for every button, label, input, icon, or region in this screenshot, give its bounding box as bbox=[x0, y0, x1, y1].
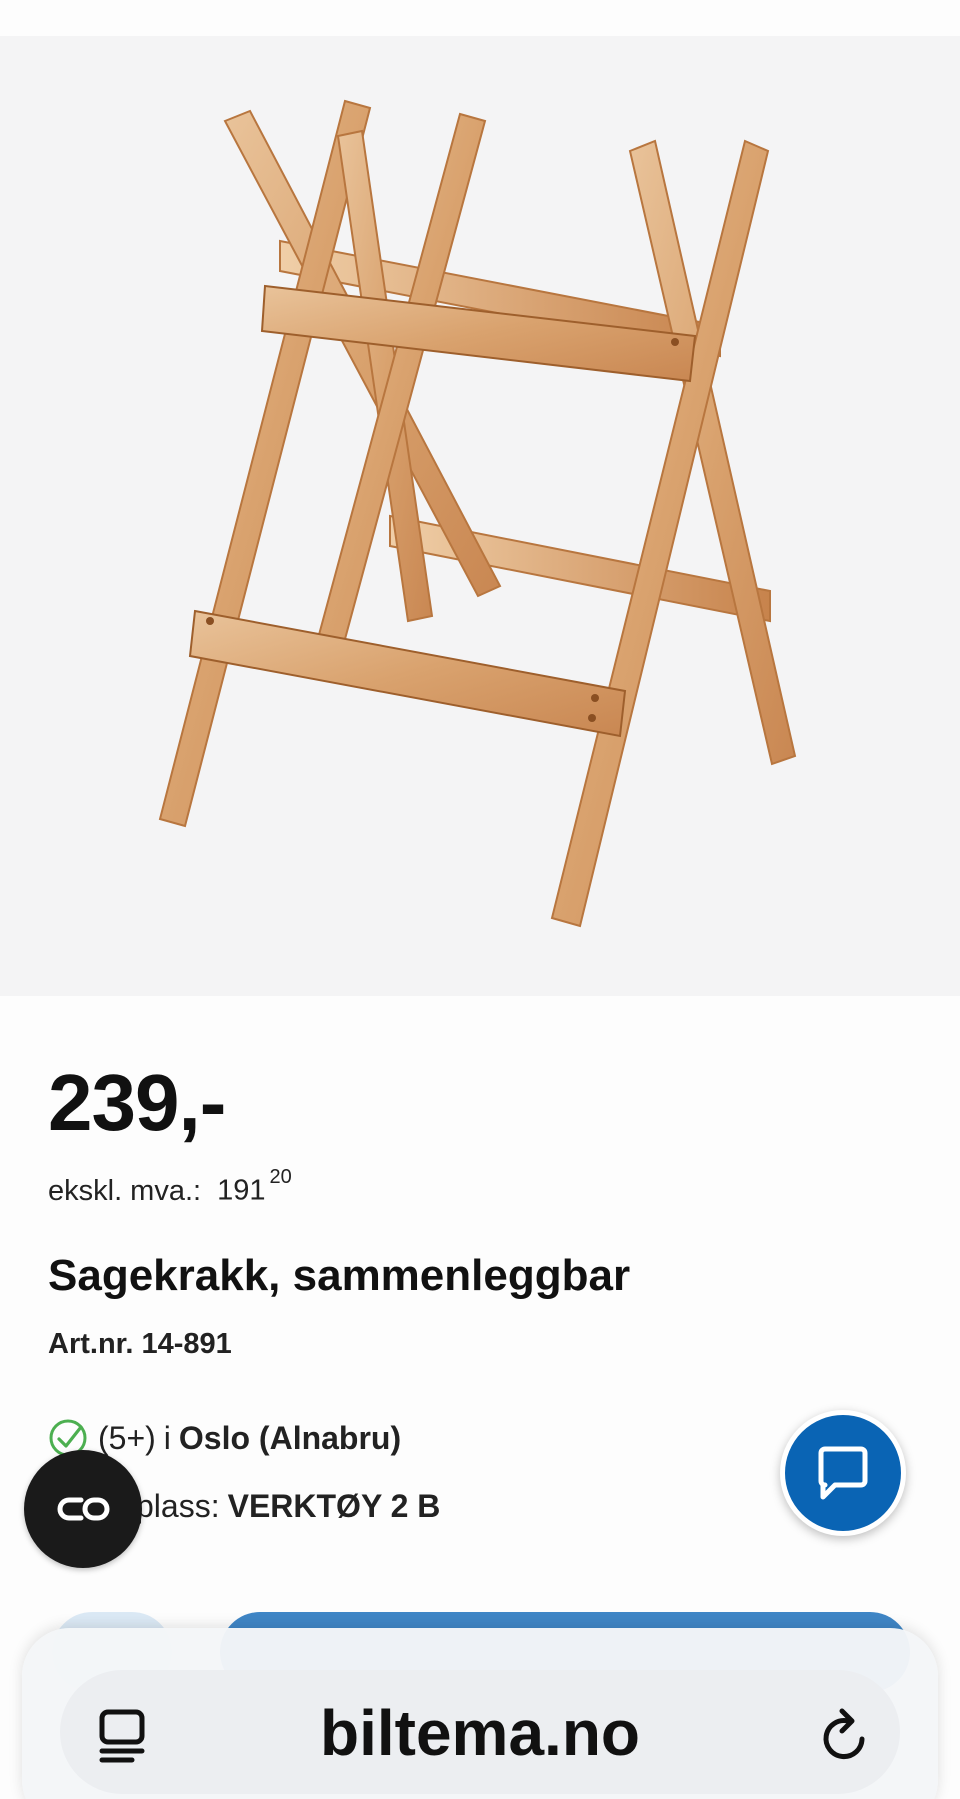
stock-store: Oslo (Alnabru) bbox=[178, 1419, 402, 1456]
excl-vat-cents: 20 bbox=[269, 1166, 292, 1188]
article-number: Art.nr. 14-891 bbox=[48, 1328, 232, 1360]
co-floating-button[interactable] bbox=[24, 1450, 142, 1568]
chat-button[interactable] bbox=[780, 1410, 906, 1536]
stock-count: (5+) bbox=[98, 1419, 156, 1456]
product-page: 239,- ekskl. mva.: 191 20 Sagekrakk, samme… bbox=[0, 0, 960, 1799]
excl-vat-label: ekskl. mva.: bbox=[48, 1174, 202, 1207]
excl-vat-whole: 191 bbox=[217, 1174, 266, 1207]
shelf-location-label: plass: bbox=[136, 1488, 220, 1524]
stock-in: i bbox=[163, 1419, 171, 1456]
price-excl-vat: ekskl. mva.: 191 20 bbox=[48, 1165, 292, 1209]
reload-icon[interactable] bbox=[818, 1705, 874, 1765]
shelf-location-value: VERKTØY 2 B bbox=[227, 1488, 441, 1524]
product-image[interactable] bbox=[0, 36, 960, 996]
sawhorse-image bbox=[158, 99, 797, 928]
product-price: 239,- bbox=[48, 1058, 226, 1147]
reader-mode-icon[interactable] bbox=[98, 1708, 150, 1764]
chat-bubble-icon bbox=[818, 1446, 868, 1500]
product-title: Sagekrakk, sammenleggbar bbox=[48, 1251, 631, 1300]
co-icon bbox=[57, 1497, 110, 1521]
url-text[interactable]: biltema.no bbox=[260, 1695, 700, 1771]
